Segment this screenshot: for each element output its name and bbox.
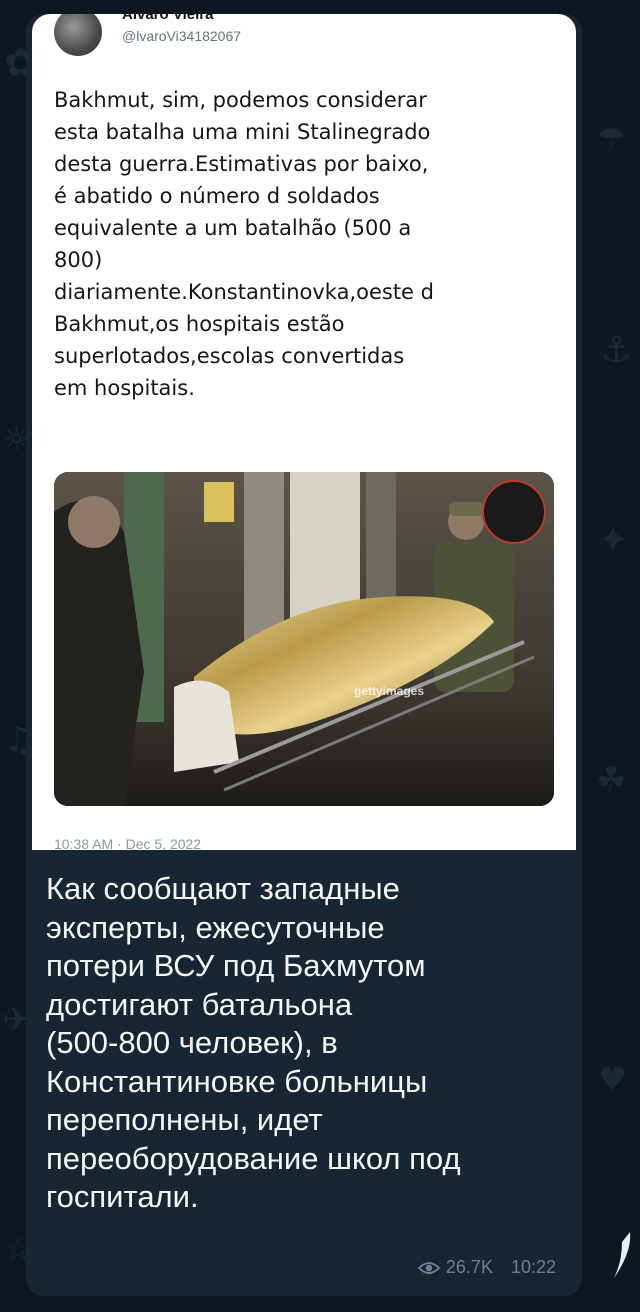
- tweet-handle: @lvaroVi34182067: [122, 28, 242, 44]
- doodle-icon: ☂: [596, 120, 627, 160]
- photo-watermark: gettyimages: [354, 684, 425, 698]
- views-count: 26.7K: [445, 1257, 493, 1277]
- message-meta: 26.7K 10:22: [417, 1257, 556, 1278]
- tweet-text: Bakhmut, sim, podemos considerar esta ba…: [54, 88, 434, 400]
- hospital-photo: [54, 472, 554, 806]
- tweet-timestamp: 10:38 AM · Dec 5, 2022: [54, 836, 202, 850]
- message-text: Как сообщают западные эксперты, ежесуточ…: [46, 871, 461, 1214]
- doodle-icon: ♥: [598, 1060, 627, 1098]
- tweet-screenshot[interactable]: Alvaro Vieira @lvaroVi34182067 Bakhmut, …: [32, 14, 576, 850]
- doodle-icon: ✦: [598, 520, 629, 561]
- doodle-icon: ⚓: [600, 330, 633, 371]
- message-bubble[interactable]: Alvaro Vieira @lvaroVi34182067 Bakhmut, …: [26, 14, 582, 1296]
- channel-logo-badge: [482, 480, 546, 544]
- avatar: [54, 14, 102, 56]
- tweet-author-name: Alvaro Vieira: [122, 14, 214, 23]
- message-time: 10:22: [510, 1257, 556, 1277]
- tweet-photo[interactable]: gettyimages: [54, 472, 554, 806]
- eye-icon: [417, 1261, 440, 1274]
- doodle-icon: ☘: [596, 760, 627, 800]
- bubble-tail-icon: [614, 1232, 631, 1278]
